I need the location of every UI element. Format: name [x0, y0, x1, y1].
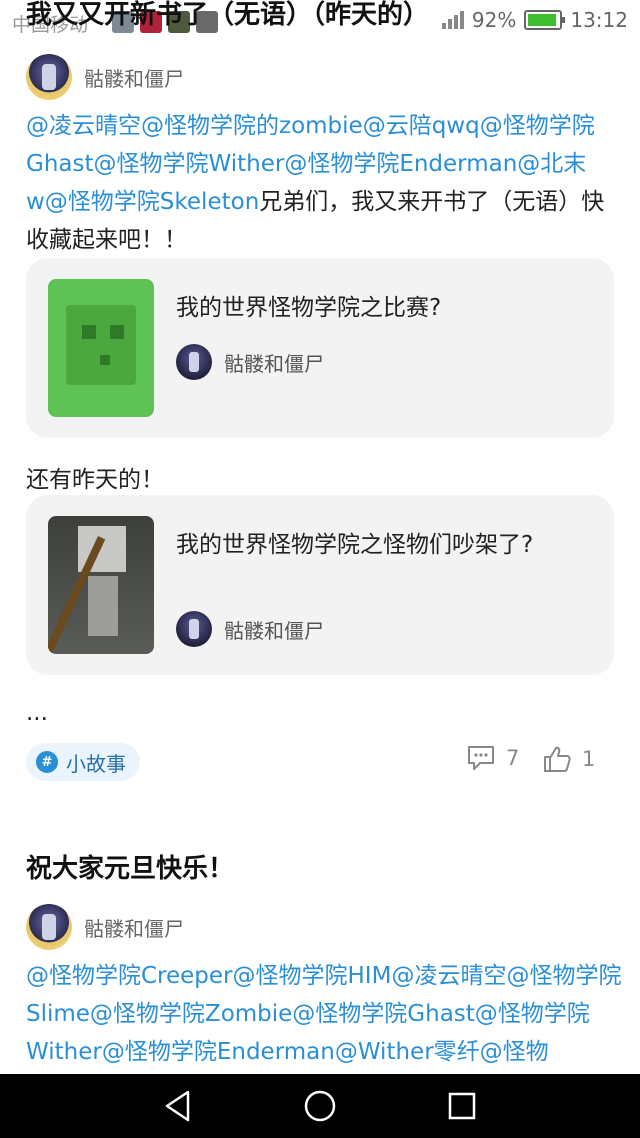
post-author[interactable]: 骷髅和僵尸 — [26, 904, 184, 950]
card-author-name: 骷髅和僵尸 — [224, 351, 324, 376]
back-button[interactable] — [158, 1088, 198, 1124]
recents-button[interactable] — [442, 1088, 482, 1124]
clock: 13:12 — [570, 8, 628, 32]
skeleton-cover-image — [48, 516, 154, 654]
home-circle-icon — [304, 1090, 336, 1122]
book-card[interactable]: 我的世界怪物学院之怪物们吵架了? 骷髅和僵尸 — [26, 495, 614, 675]
system-nav-bar — [0, 1074, 640, 1138]
hash-icon: # — [36, 751, 58, 773]
like-button[interactable]: 1 — [542, 744, 595, 774]
mention-links[interactable]: @怪物学院Creeper@怪物学院HIM@凌云晴空@怪物学院Slime@怪物学院… — [26, 963, 621, 1065]
post-author[interactable]: 骷髅和僵尸 — [26, 54, 184, 100]
signal-icon — [441, 11, 464, 29]
book-card-title: 我的世界怪物学院之怪物们吵架了? — [176, 532, 534, 558]
avatar — [176, 611, 212, 647]
avatar[interactable] — [26, 904, 72, 950]
avatar — [176, 344, 212, 380]
card-author-name: 骷髅和僵尸 — [224, 618, 324, 643]
book-card-author: 骷髅和僵尸 — [176, 611, 324, 647]
status-right: 92% 13:12 — [441, 8, 628, 32]
topic-tag-label: 小故事 — [66, 751, 126, 776]
book-card-title: 我的世界怪物学院之比赛? — [176, 295, 442, 321]
book-card-author: 骷髅和僵尸 — [176, 344, 324, 380]
thumbs-up-icon — [544, 746, 571, 772]
post-body-text: 还有昨天的！ — [26, 467, 164, 493]
slime-cover-image — [48, 279, 154, 417]
back-triangle-icon — [165, 1090, 190, 1122]
comment-count: 7 — [506, 746, 520, 770]
comment-icon — [468, 746, 494, 770]
battery-icon — [524, 10, 566, 30]
recents-square-icon — [448, 1092, 476, 1120]
topic-tag[interactable]: # 小故事 — [26, 743, 140, 781]
post-body: @怪物学院Creeper@怪物学院HIM@凌云晴空@怪物学院Slime@怪物学院… — [26, 957, 622, 1071]
like-count: 1 — [582, 747, 596, 771]
home-button[interactable] — [300, 1088, 340, 1124]
battery-percent: 92% — [471, 8, 517, 32]
author-name[interactable]: 骷髅和僵尸 — [84, 913, 184, 942]
avatar[interactable] — [26, 54, 72, 100]
book-card[interactable]: 我的世界怪物学院之比赛? 骷髅和僵尸 — [26, 258, 614, 438]
post-body: @凌云晴空@怪物学院的zombie@云陪qwq@怪物学院Ghast@怪物学院Wi… — [26, 107, 616, 259]
ellipsis-text: ... — [26, 700, 48, 726]
author-name[interactable]: 骷髅和僵尸 — [84, 63, 184, 92]
post-title[interactable]: 我又又开新书了（无语）（昨天的） — [26, 0, 429, 30]
comment-button[interactable]: 7 — [466, 744, 519, 772]
post-title[interactable]: 祝大家元旦快乐！ — [26, 848, 234, 885]
